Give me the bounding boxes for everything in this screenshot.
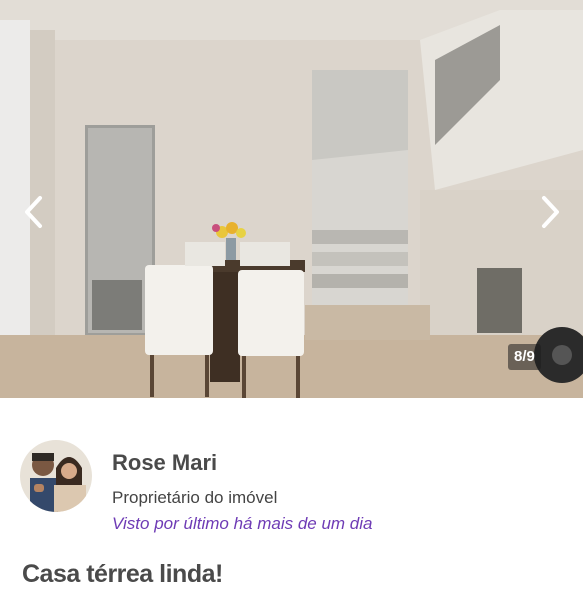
listing-title: Casa térrea linda!	[22, 560, 223, 588]
chevron-left-icon	[25, 196, 42, 228]
owner-role: Proprietário do imóvel	[112, 488, 278, 507]
last-seen-status: Visto por último há mais de um dia	[112, 514, 373, 533]
previous-photo-button[interactable]	[12, 188, 56, 236]
next-photo-button[interactable]	[528, 188, 572, 236]
photo-counter: 8/9	[508, 344, 541, 370]
photo-gallery[interactable]: 8/9	[0, 0, 583, 398]
avatar[interactable]	[20, 440, 92, 512]
chevron-right-icon	[542, 196, 559, 228]
listing-photo[interactable]	[0, 0, 583, 398]
owner-card: Rose Mari Proprietário do imóvel Visto p…	[20, 440, 560, 536]
owner-name[interactable]: Rose Mari	[112, 450, 217, 476]
